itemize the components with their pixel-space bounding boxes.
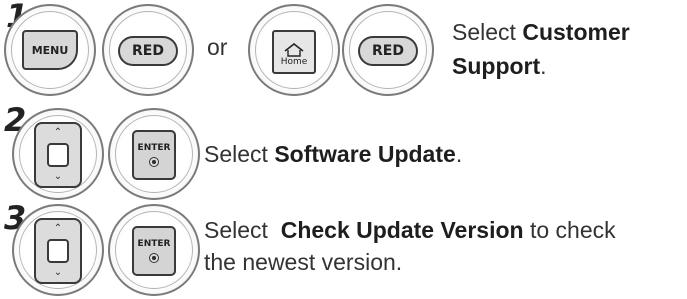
red-button[interactable]: RED [118,36,178,66]
enter-dot-icon [149,252,159,263]
red-button-circle-1: RED [102,4,194,96]
down-arrow-icon[interactable]: ⌄ [36,268,80,278]
nav-button-circle-1: ⌃ ⌄ [12,108,104,200]
enter-dot-icon [149,156,159,167]
enter-button-label: ENTER [137,142,171,153]
nav-center [47,239,69,263]
enter-button-circle-1: ENTER [108,108,200,200]
home-button-label: Home [280,57,308,67]
or-text: or [207,34,228,60]
home-button-circle: Home [248,4,340,96]
enter-button-label: ENTER [137,238,171,249]
down-arrow-icon[interactable]: ⌄ [36,172,80,182]
up-arrow-icon[interactable]: ⌃ [36,128,80,138]
nav-center [47,143,69,167]
step-3-instruction-line-2: the newest version. [204,249,403,275]
step-1-instruction-line-2: Support. [452,53,547,79]
red-button[interactable]: RED [358,36,418,66]
step-1-instruction-line-1: Select Customer [452,19,630,45]
enter-button[interactable]: ENTER [132,226,176,276]
step-2-instruction: Select Software Update. [204,141,463,167]
red-button-circle-2: RED [342,4,434,96]
up-arrow-icon[interactable]: ⌃ [36,224,80,234]
menu-button-circle: MENU [4,4,96,96]
home-button[interactable]: Home [272,30,316,74]
menu-button[interactable]: MENU [22,30,78,70]
enter-button-circle-2: ENTER [108,204,200,296]
navigation-pad[interactable]: ⌃ ⌄ [34,122,82,188]
house-icon [284,43,304,57]
enter-button[interactable]: ENTER [132,130,176,180]
step-3-instruction-line-1: Select Check Update Version to check [204,217,616,243]
navigation-pad[interactable]: ⌃ ⌄ [34,218,82,284]
nav-button-circle-2: ⌃ ⌄ [12,204,104,296]
